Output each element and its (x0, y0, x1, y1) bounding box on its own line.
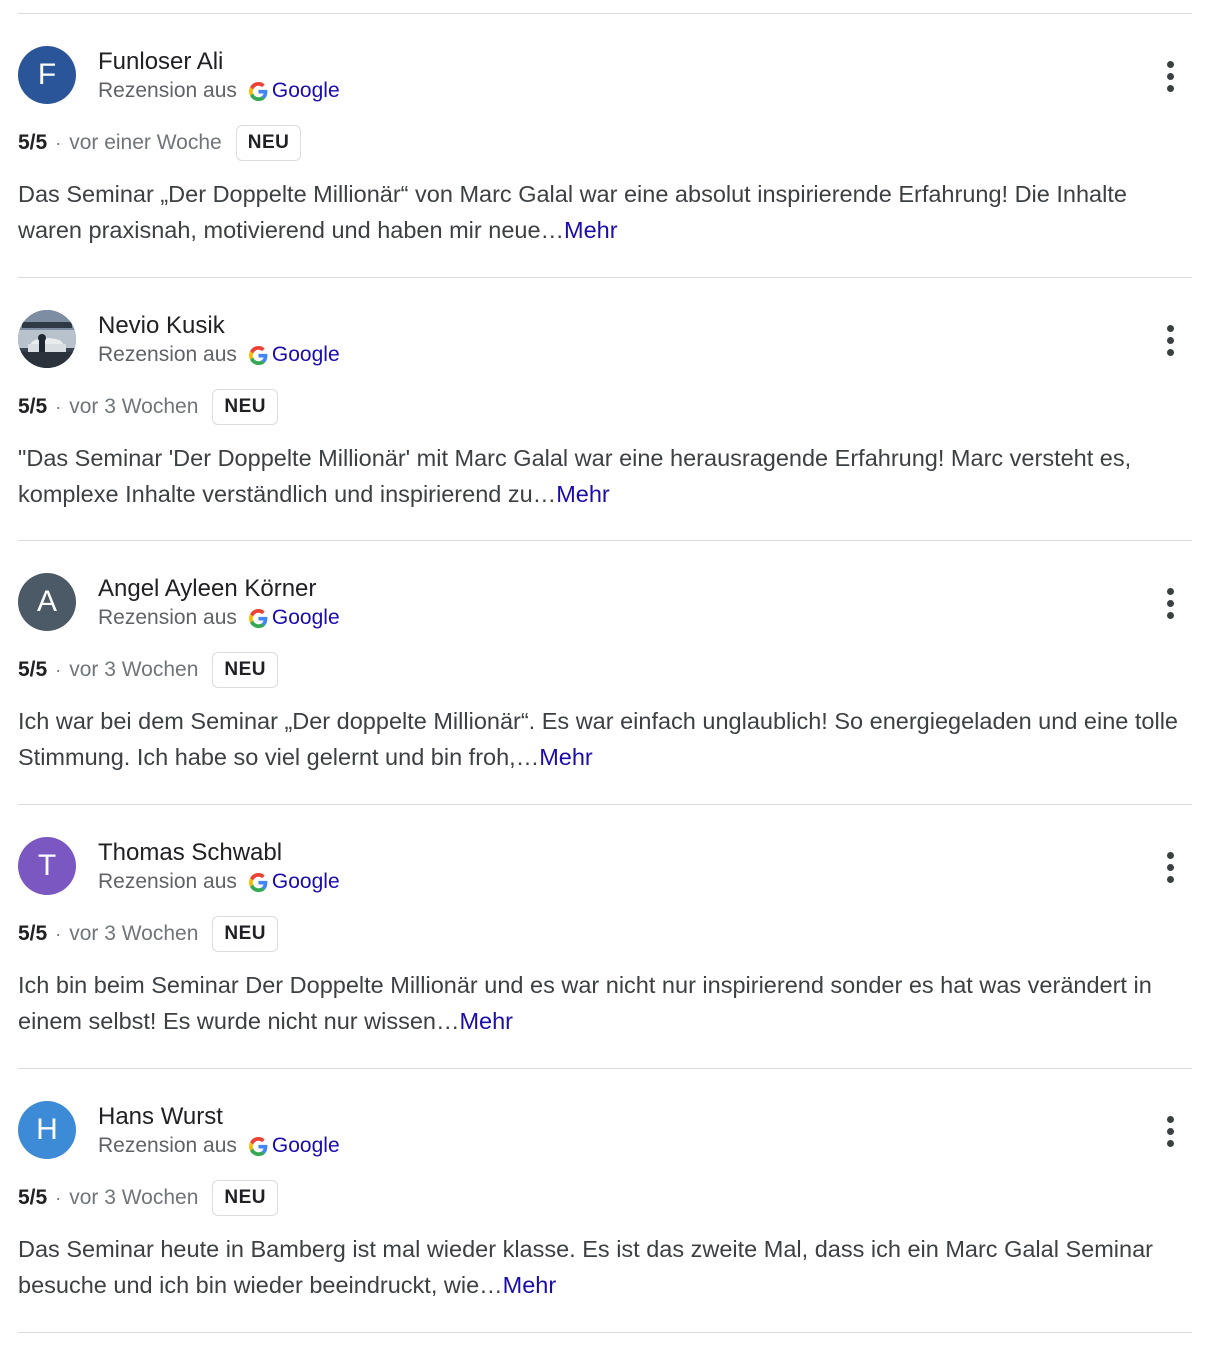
review-meta: 5/5 · vor 3 Wochen NEU (18, 1180, 279, 1216)
more-link[interactable]: Mehr (503, 1272, 557, 1298)
review-meta: 5/5 · vor 3 Wochen NEU (18, 916, 279, 952)
google-icon (248, 81, 268, 101)
more-link[interactable]: Mehr (564, 217, 618, 243)
review-text: Ich war bei dem Seminar „Der doppelte Mi… (18, 703, 1188, 775)
separator: · (55, 923, 62, 944)
new-badge: NEU (212, 1180, 279, 1216)
rating: 5/5 (18, 658, 48, 681)
divider (18, 1332, 1192, 1333)
avatar[interactable]: A (18, 573, 76, 631)
new-badge: NEU (235, 125, 302, 161)
review-card: A Angel Ayleen Körner Rezension aus Goog… (0, 541, 1210, 804)
avatar[interactable]: T (18, 837, 76, 895)
source-label: Rezension aus (98, 606, 237, 629)
review-body: Ich bin beim Seminar Der Doppelte Millio… (18, 972, 1152, 1034)
review-source: Rezension aus Google (98, 78, 340, 104)
more-link[interactable]: Mehr (556, 481, 610, 507)
review-card: Nevio Kusik Rezension aus Google 5/5 · v… (0, 278, 1210, 541)
google-icon (248, 608, 268, 628)
review-source: Rezension aus Google (98, 342, 340, 368)
new-badge: NEU (212, 652, 279, 688)
review-source: Rezension aus Google (98, 869, 340, 895)
new-badge: NEU (212, 916, 279, 952)
source-label: Rezension aus (98, 870, 237, 893)
reviewer-name[interactable]: Hans Wurst (98, 1102, 223, 1132)
separator: · (55, 659, 62, 680)
review-text: Das Seminar heute in Bamberg ist mal wie… (18, 1231, 1188, 1303)
google-link[interactable]: Google (272, 342, 340, 368)
review-source: Rezension aus Google (98, 605, 340, 631)
review-date: vor 3 Wochen (69, 658, 199, 681)
review-meta: 5/5 · vor 3 Wochen NEU (18, 652, 279, 688)
reviewer-name[interactable]: Funloser Ali (98, 47, 223, 77)
google-link[interactable]: Google (272, 869, 340, 895)
more-link[interactable]: Mehr (539, 744, 593, 770)
google-link[interactable]: Google (272, 605, 340, 631)
google-link[interactable]: Google (272, 78, 340, 104)
review-card: T Thomas Schwabl Rezension aus Google 5/… (0, 805, 1210, 1068)
review-body: Ich war bei dem Seminar „Der doppelte Mi… (18, 708, 1178, 770)
more-link[interactable]: Mehr (459, 1008, 513, 1034)
reviewer-name[interactable]: Thomas Schwabl (98, 838, 282, 868)
review-meta: 5/5 · vor einer Woche NEU (18, 125, 302, 161)
separator: · (55, 1187, 62, 1208)
more-options-icon[interactable] (1155, 583, 1185, 623)
separator: · (55, 396, 62, 417)
review-date: vor einer Woche (69, 131, 222, 154)
rating: 5/5 (18, 1186, 48, 1209)
review-card: H Hans Wurst Rezension aus Google 5/5 · … (0, 1069, 1210, 1332)
review-meta: 5/5 · vor 3 Wochen NEU (18, 389, 279, 425)
avatar[interactable] (18, 310, 76, 368)
rating: 5/5 (18, 922, 48, 945)
more-options-icon[interactable] (1155, 1111, 1185, 1151)
source-label: Rezension aus (98, 1134, 237, 1157)
reviewer-name[interactable]: Nevio Kusik (98, 311, 225, 341)
reviewer-name[interactable]: Angel Ayleen Körner (98, 574, 316, 604)
review-text: Ich bin beim Seminar Der Doppelte Millio… (18, 967, 1188, 1039)
review-date: vor 3 Wochen (69, 395, 199, 418)
new-badge: NEU (212, 389, 279, 425)
avatar-initial: A (36, 585, 57, 618)
rating: 5/5 (18, 395, 48, 418)
separator: · (55, 132, 62, 153)
review-source: Rezension aus Google (98, 1133, 340, 1159)
avatar[interactable]: F (18, 46, 76, 104)
review-date: vor 3 Wochen (69, 922, 199, 945)
google-link[interactable]: Google (272, 1133, 340, 1159)
avatar[interactable]: H (18, 1101, 76, 1159)
avatar-initial: F (37, 58, 57, 91)
avatar-initial: H (36, 1113, 58, 1146)
more-options-icon[interactable] (1155, 320, 1185, 360)
review-body: Das Seminar heute in Bamberg ist mal wie… (18, 1236, 1153, 1298)
review-card: F Funloser Ali Rezension aus Google 5/5 … (0, 14, 1210, 277)
source-label: Rezension aus (98, 343, 237, 366)
google-icon (248, 1136, 268, 1156)
review-text: Das Seminar „Der Doppelte Millionär“ von… (18, 176, 1188, 248)
more-options-icon[interactable] (1155, 847, 1185, 887)
source-label: Rezension aus (98, 79, 237, 102)
google-icon (248, 345, 268, 365)
review-date: vor 3 Wochen (69, 1186, 199, 1209)
google-icon (248, 872, 268, 892)
review-text: "Das Seminar 'Der Doppelte Millionär' mi… (18, 440, 1188, 512)
more-options-icon[interactable] (1155, 56, 1185, 96)
rating: 5/5 (18, 131, 48, 154)
avatar-initial: T (37, 849, 57, 882)
avatar-photo-icon (18, 310, 76, 368)
